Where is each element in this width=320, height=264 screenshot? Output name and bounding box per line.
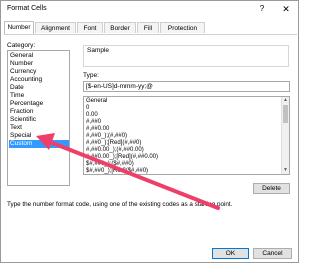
format-code-item[interactable]: 0.00 — [86, 112, 98, 119]
scroll-down-icon[interactable]: ▼ — [282, 167, 289, 174]
format-code-item[interactable]: #,##0 — [86, 119, 101, 126]
category-item-general[interactable]: General — [10, 52, 68, 60]
category-label: Category: — [7, 42, 36, 49]
tab-divider — [4, 34, 297, 35]
category-item-fraction[interactable]: Fraction — [10, 108, 68, 116]
sample-group — [83, 45, 289, 67]
dialog-title: Format Cells — [7, 5, 47, 12]
help-icon[interactable]: ? — [255, 3, 269, 15]
format-code-item[interactable]: #,##0_);[Red](#,##0) — [86, 140, 141, 147]
type-label: Type: — [83, 72, 99, 79]
format-code-item[interactable]: 0 — [86, 105, 89, 112]
tab-alignment[interactable]: Alignment — [35, 22, 76, 33]
format-cells-dialog: Format Cells ? ✕ Number Alignment Font B… — [0, 0, 299, 263]
category-item-percentage[interactable]: Percentage — [10, 100, 68, 108]
category-item-scientific[interactable]: Scientific — [10, 116, 68, 124]
type-input[interactable]: [$-en-US]d-mmm-yy;@ — [83, 81, 290, 92]
title-bar: Format Cells ? ✕ — [1, 1, 298, 17]
format-code-item[interactable]: #,##0.00 — [86, 126, 109, 133]
tab-strip: Number Alignment Font Border Fill Protec… — [4, 21, 298, 34]
tab-protection[interactable]: Protection — [160, 22, 205, 33]
format-code-item[interactable]: $#,##0_);[Red]($#,##0) — [86, 168, 148, 175]
close-icon[interactable]: ✕ — [279, 3, 293, 15]
format-code-item[interactable]: $#,##0_);($#,##0) — [86, 161, 134, 168]
tab-fill[interactable]: Fill — [137, 22, 159, 33]
format-list-scrollbar[interactable]: ▲ ▼ — [281, 97, 289, 174]
sample-label: Sample — [87, 47, 110, 54]
ok-button[interactable]: OK — [212, 248, 249, 259]
scroll-up-icon[interactable]: ▲ — [282, 97, 289, 104]
category-item-accounting[interactable]: Accounting — [10, 76, 68, 84]
category-item-date[interactable]: Date — [10, 84, 68, 92]
category-item-text[interactable]: Text — [10, 124, 68, 132]
format-code-item[interactable]: #,##0.00_);(#,##0.00) — [86, 147, 144, 154]
category-list[interactable]: General Number Currency Accounting Date … — [7, 50, 70, 186]
tab-number[interactable]: Number — [4, 21, 34, 34]
format-code-item[interactable]: #,##0_);(#,##0) — [86, 133, 127, 140]
category-item-number[interactable]: Number — [10, 60, 68, 68]
tab-font[interactable]: Font — [77, 22, 103, 33]
category-item-special[interactable]: Special — [10, 132, 68, 140]
category-item-currency[interactable]: Currency — [10, 68, 68, 76]
category-item-time[interactable]: Time — [10, 92, 68, 100]
cancel-button[interactable]: Cancel — [253, 248, 292, 259]
format-code-item[interactable]: #,##0.00_);[Red](#,##0.00) — [86, 154, 158, 161]
format-code-list[interactable]: General 0 0.00 #,##0 #,##0.00 #,##0_);(#… — [83, 96, 290, 175]
delete-button[interactable]: Delete — [253, 183, 290, 194]
tab-border[interactable]: Border — [104, 22, 136, 33]
format-code-item[interactable]: General — [86, 98, 107, 105]
scroll-thumb[interactable] — [283, 105, 288, 123]
hint-text: Type the number format code, using one o… — [7, 201, 233, 208]
category-item-custom[interactable]: Custom — [9, 140, 69, 148]
